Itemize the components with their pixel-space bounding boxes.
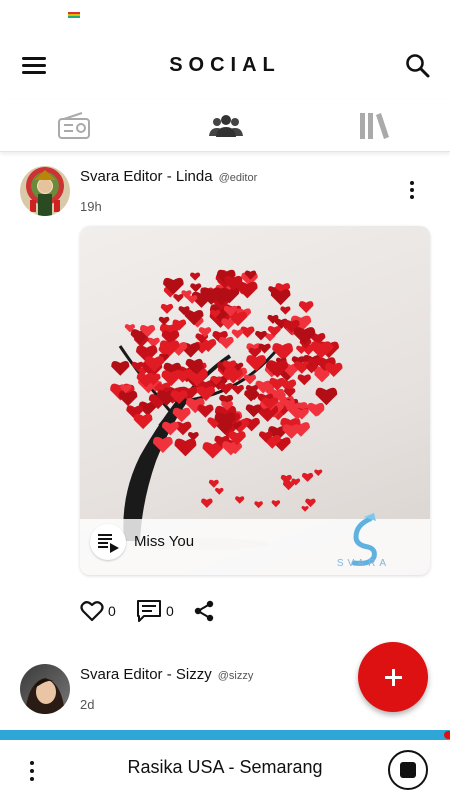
tab-bar <box>0 100 450 152</box>
avatar[interactable] <box>20 166 70 216</box>
tab-radio[interactable] <box>56 110 96 142</box>
author-name[interactable]: Svara Editor - Sizzy <box>80 666 212 683</box>
app-bar: SOCIAL <box>0 36 450 96</box>
page-title: SOCIAL <box>169 54 281 76</box>
progress-strip <box>0 730 450 740</box>
media-card[interactable]: Miss You SVARA <box>80 226 430 575</box>
library-icon <box>360 113 389 139</box>
post-time: 2d <box>80 697 95 712</box>
comment-button[interactable]: 0 <box>136 598 174 624</box>
author-name[interactable]: Svara Editor - Linda <box>80 168 213 185</box>
avatar[interactable] <box>20 664 70 714</box>
author-handle: @editor <box>218 172 258 184</box>
post-time: 19h <box>80 199 102 214</box>
station-name: Rasika USA - Semarang <box>127 757 323 777</box>
song-title: Miss You <box>134 533 195 550</box>
media-caption-bar: Miss You SVARA <box>80 513 430 575</box>
like-button[interactable]: 0 <box>80 598 116 624</box>
search-icon[interactable] <box>404 52 432 80</box>
post-actions: 0 0 <box>80 598 280 624</box>
playlist-play-icon[interactable] <box>90 524 126 560</box>
share-button[interactable] <box>192 598 216 624</box>
status-bar <box>0 0 450 36</box>
heart-icon <box>80 601 104 622</box>
radio-icon <box>58 112 90 139</box>
tab-social[interactable] <box>208 110 248 142</box>
people-icon <box>209 115 243 137</box>
live-indicator <box>444 731 450 739</box>
tab-library[interactable] <box>356 110 396 142</box>
more-options-icon[interactable] <box>406 180 418 202</box>
stop-icon <box>400 762 416 778</box>
share-icon <box>194 600 214 622</box>
comment-count: 0 <box>166 603 174 619</box>
mini-player: Rasika USA - Semarang <box>0 740 450 800</box>
comment-icon <box>137 600 161 622</box>
notification-icon <box>68 12 80 18</box>
author-handle: @sizzy <box>217 670 254 682</box>
stop-button[interactable] <box>388 750 428 790</box>
add-post-button[interactable] <box>358 642 428 712</box>
brand-label: SVARA <box>336 558 390 569</box>
like-count: 0 <box>108 603 116 619</box>
